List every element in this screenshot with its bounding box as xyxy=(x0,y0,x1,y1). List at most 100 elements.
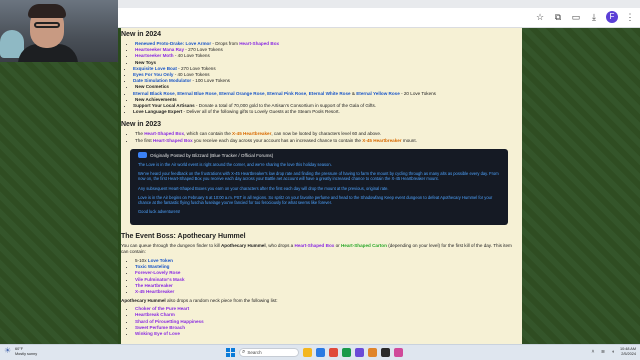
item-link[interactable]: Heart-Shaped Box xyxy=(153,138,193,143)
item-link[interactable]: Eternal Yellow Rose xyxy=(356,91,400,96)
page-background-left xyxy=(0,62,118,344)
item-link[interactable]: Renewed Proto-Drake: Love Armor xyxy=(135,41,211,46)
item-link[interactable]: Forever-Lovely Rose xyxy=(135,270,180,275)
item-link[interactable]: Vile Fulminator's Mask xyxy=(135,277,185,282)
section-heading-2023: New in 2023 xyxy=(121,121,162,129)
item-text: - 270 Love Tokens xyxy=(184,47,223,53)
item-link[interactable]: X-45 Heartbreaker xyxy=(135,289,174,294)
item-link[interactable]: Eternal White Rose xyxy=(309,91,351,96)
volume-icon[interactable]: ◖ xyxy=(610,349,616,355)
taskbar-search[interactable]: ⌕ Search xyxy=(239,348,299,357)
taskbar-app-icon[interactable] xyxy=(329,348,338,357)
taskbar-app-icon[interactable] xyxy=(368,348,377,357)
star-icon[interactable]: ☆ xyxy=(534,11,546,23)
blizzard-logo-icon xyxy=(138,152,147,158)
item-link[interactable]: Eternal Orange Rose xyxy=(219,91,264,96)
item-link[interactable]: Date Simulation Modulator xyxy=(133,78,191,83)
taskbar-app-icon[interactable] xyxy=(316,348,325,357)
list-2024: Renewed Proto-Drake: Love Armor - Drops … xyxy=(121,41,516,66)
taskbar-app-icon[interactable] xyxy=(381,348,390,357)
item-text: Apothecary Hummel xyxy=(220,243,266,248)
section-heading-2024: New in 2024 xyxy=(121,31,162,38)
item-text: - 270 Love Tokens xyxy=(176,65,216,71)
blizzard-post-header: Originally Posted by Blizzard (Blue Trac… xyxy=(150,152,274,158)
item-link[interactable]: Sweet Perfume Broach xyxy=(135,325,185,330)
list-toys: Exquisite Love Boat - 270 Love TokensEye… xyxy=(121,66,516,85)
taskbar-app-icon[interactable] xyxy=(394,348,403,357)
item-text: You can queue through the dungeon finder… xyxy=(121,243,221,248)
item-link[interactable]: Eternal Pink Rose xyxy=(267,91,306,96)
blizzard-post-paragraph: Good luck adventurers! xyxy=(138,209,181,215)
clock[interactable]: 10:48 AM 2/5/2024 xyxy=(620,347,636,357)
item-link[interactable]: Choker of the Pure Heart xyxy=(135,306,189,311)
item-link[interactable]: Heart-Shaped Carton xyxy=(341,243,387,248)
chevron-up-icon[interactable]: ˄ xyxy=(590,349,596,355)
sun-cloud-icon: ☀ xyxy=(4,346,12,355)
item-text: Support Your Local Artisans xyxy=(133,103,195,109)
windows-start-icon[interactable] xyxy=(226,348,235,357)
menu-icon[interactable]: ⋮ xyxy=(624,11,636,23)
item-link[interactable]: Shard of Pirouetting Happiness xyxy=(135,319,204,324)
article-content: New in 2024 Renewed Proto-Drake: Love Ar… xyxy=(121,28,522,344)
item-link[interactable]: Heartseeker Moth xyxy=(135,53,174,58)
item-text: Apothecary Hummel xyxy=(121,298,166,304)
list-achievements: Support Your Local Artisans - Donate a t… xyxy=(121,103,516,115)
loot-item: X-45 Heartbreaker xyxy=(135,289,516,295)
profile-icon[interactable]: F xyxy=(606,11,618,23)
item-link[interactable]: Eternal Blue Rose xyxy=(177,91,216,96)
webcam-overlay xyxy=(0,0,118,62)
item-link[interactable]: Winking Eye of Love xyxy=(135,331,180,336)
taskbar-app-icon[interactable] xyxy=(355,348,364,357)
list-necklaces: Choker of the Pure HeartHeartbreak Charm… xyxy=(121,306,516,337)
item-text: 5-10x xyxy=(135,258,148,263)
item-text: - Deliver all of the following gifts to … xyxy=(182,109,340,115)
search-icon: ⌕ xyxy=(242,349,246,355)
item-text: Love Language Expert xyxy=(133,109,183,115)
blizzard-post-paragraph: We've heard your feedback on the frustra… xyxy=(138,171,499,182)
search-placeholder: Search xyxy=(247,350,262,355)
item-text: , who drops a xyxy=(265,243,295,248)
list-item: The first Heart-Shaped Box you receive e… xyxy=(135,138,516,144)
item-link[interactable]: X-45 Heartbreaker xyxy=(362,138,401,143)
page-background-right xyxy=(522,28,640,344)
item-link[interactable]: Toxic Wasteling xyxy=(135,264,169,269)
item-link[interactable]: Love Token xyxy=(148,258,173,263)
item-link[interactable]: Heart-Shaped Box xyxy=(239,41,279,46)
item-link[interactable]: Heartbreak Charm xyxy=(135,312,175,317)
sidebar-icon[interactable]: ▭ xyxy=(570,11,582,23)
item-text: also drops a random neck piece from the … xyxy=(165,298,278,304)
item-text: or xyxy=(334,243,341,248)
item-link[interactable]: Exquisite Love Boat xyxy=(133,66,177,71)
tab-strip[interactable] xyxy=(118,0,640,8)
item-text: mount. xyxy=(401,137,417,143)
item-text: - 40 Love Tokens xyxy=(173,53,210,59)
item-link[interactable]: The Heartbreaker xyxy=(135,283,173,288)
event-boss-heading: The Event Boss: Apothecary Hummel xyxy=(121,233,246,240)
item-text: , can now be looted by characters level … xyxy=(271,131,382,137)
item-link[interactable]: Heart-Shaped Box xyxy=(295,243,335,248)
item-text: - Drops from xyxy=(211,41,240,46)
item-text: you receive each day across your account… xyxy=(192,137,363,143)
wifi-icon[interactable]: ≋ xyxy=(600,349,606,355)
blizzard-post-paragraph: Any subsequent Heart-Shaped Boxes you ea… xyxy=(138,185,389,191)
event-boss-intro: You can queue through the dungeon finder… xyxy=(121,243,516,255)
weather-widget[interactable]: ☀ 60°F Mostly sunny xyxy=(4,347,37,357)
download-icon[interactable]: ⤓ xyxy=(588,11,600,23)
person-hair xyxy=(28,4,66,18)
item-text: The xyxy=(135,131,145,137)
item-link[interactable]: X-45 Heartbreaker xyxy=(232,131,271,136)
extensions-icon[interactable]: ⧉ xyxy=(552,11,564,23)
taskbar-app-icon[interactable] xyxy=(342,348,351,357)
item-link[interactable]: Heartseeker Mana Ray xyxy=(135,47,184,52)
windows-taskbar: ☀ 60°F Mostly sunny ⌕ Search ˄ ≋ ◖ 10:48… xyxy=(0,344,640,360)
list-2023: The Heart-Shaped Box, which can contain … xyxy=(121,131,516,143)
item-link[interactable]: Eyes For You Only xyxy=(133,72,173,77)
item-link[interactable]: Eternal Black Rose xyxy=(133,91,175,96)
browser-toolbar: ☆ ⧉ ▭ ⤓ F ⋮ xyxy=(118,0,640,28)
necklace-intro: Apothecary Hummel also drops a random ne… xyxy=(121,298,516,304)
taskbar-app-icon[interactable] xyxy=(303,348,312,357)
item-link[interactable]: Heart-Shaped Box xyxy=(144,131,184,136)
weather-description: Mostly sunny xyxy=(15,351,38,356)
item-text: - 100 Love Tokens xyxy=(191,78,230,84)
blizzard-post-paragraph: Love is in the Air begins on February 6 … xyxy=(138,194,493,206)
